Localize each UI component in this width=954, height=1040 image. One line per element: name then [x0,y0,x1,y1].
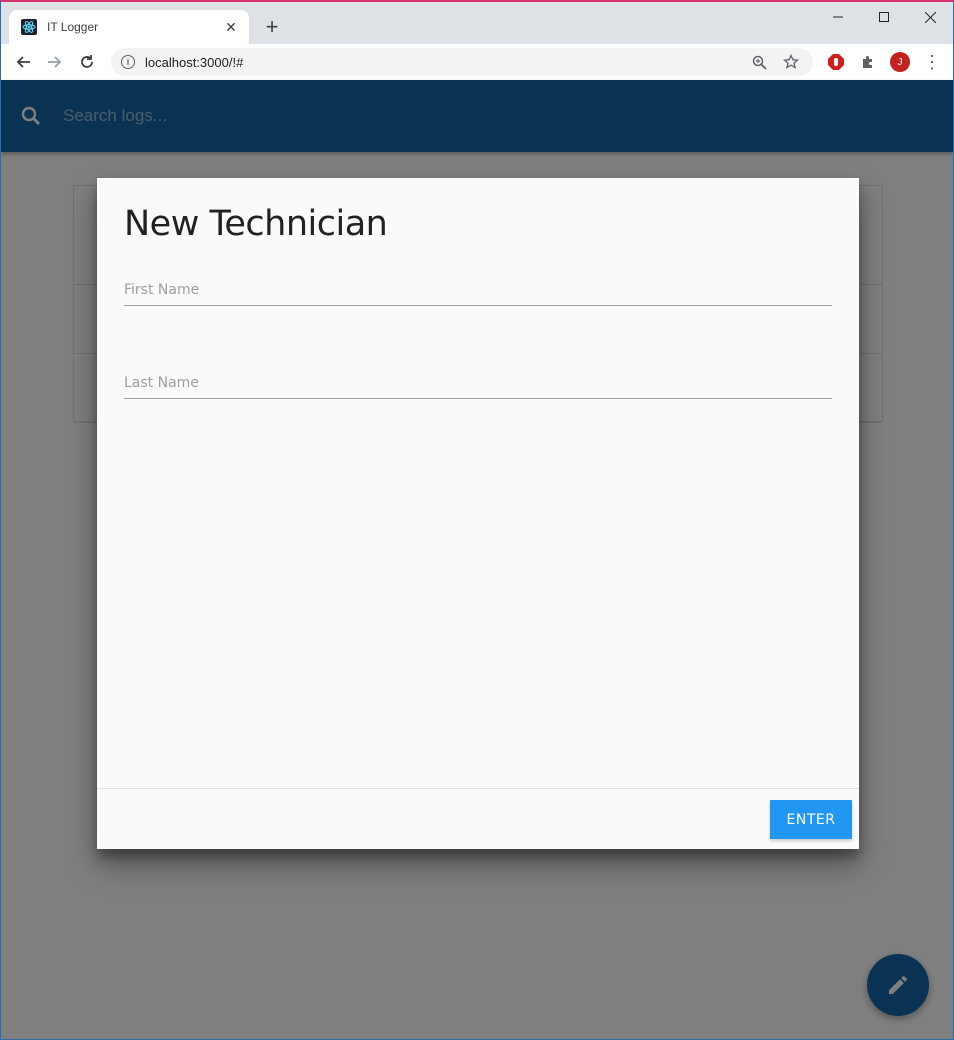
browser-toolbar: i localhost:3000/!# J ⋮ [1,44,953,80]
last-name-field [124,355,832,399]
adblock-icon[interactable] [823,49,849,75]
info-icon[interactable]: i [121,55,135,69]
close-window-button[interactable] [907,2,953,32]
first-name-field [124,262,832,306]
browser-window: IT Logger ✕ + i localhost:3000/!# J ⋮ Se… [0,0,954,1040]
react-icon [21,19,37,35]
new-tab-button[interactable]: + [259,14,285,40]
tab-close-icon[interactable]: ✕ [223,19,239,36]
first-name-input[interactable] [124,262,832,305]
tab-title: IT Logger [47,20,99,34]
page-content: New Technician ENTER [1,80,953,1039]
arrow-right-icon [48,56,62,68]
last-name-input[interactable] [124,355,832,398]
reload-button[interactable] [71,46,103,78]
url-text[interactable]: localhost:3000/!# [145,55,739,70]
forward-button[interactable] [39,46,71,78]
enter-button[interactable]: ENTER [770,800,852,839]
address-bar[interactable]: i localhost:3000/!# [111,48,813,76]
menu-dots-icon[interactable]: ⋮ [919,49,945,75]
maximize-button[interactable] [861,2,907,32]
arrow-left-icon [16,56,30,68]
minimize-button[interactable] [815,2,861,32]
puzzle-icon[interactable] [855,49,881,75]
star-icon[interactable] [779,50,803,74]
zoom-icon[interactable] [747,50,771,74]
modal-footer: ENTER [97,788,859,849]
extensions-area: J ⋮ [823,49,951,75]
profile-avatar[interactable]: J [887,49,913,75]
avatar: J [890,52,910,72]
modal-title: New Technician [124,204,388,244]
browser-tab[interactable]: IT Logger ✕ [9,10,249,44]
reload-icon [81,55,93,68]
window-controls [815,2,953,32]
tab-strip: IT Logger ✕ + [1,2,953,44]
new-technician-modal: New Technician ENTER [97,178,859,849]
back-button[interactable] [7,46,39,78]
